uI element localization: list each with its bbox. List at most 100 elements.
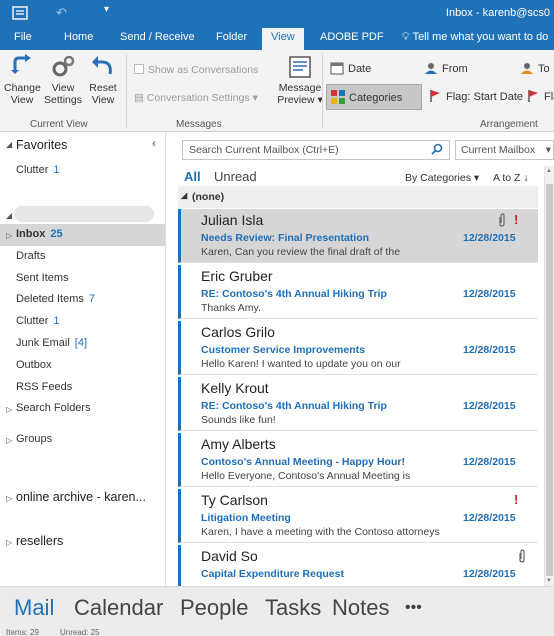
group-divider [126, 54, 127, 128]
collapse-triangle-icon[interactable]: ◢ [6, 211, 12, 220]
message-row[interactable]: Carlos Grilo Customer Service Improvemen… [178, 321, 538, 375]
expand-triangle-icon[interactable]: ▷ [6, 494, 12, 503]
tab-view[interactable]: View [262, 28, 304, 50]
sort-by-dropdown[interactable]: By Categories ▾ [405, 172, 479, 184]
folder-junk-email[interactable]: Junk Email [4] [16, 337, 87, 349]
show-as-conversations-checkbox[interactable]: Show as Conversations [134, 64, 258, 76]
message-row[interactable]: Kelly Krout RE: Contoso's 4th Annual Hik… [178, 377, 538, 431]
tab-adobe-pdf[interactable]: ADOBE PDF [320, 31, 384, 43]
search-scope-value: Current Mailbox [461, 144, 536, 156]
chevron-down-icon: ▾ [545, 144, 551, 156]
app-icon[interactable] [12, 5, 28, 24]
message-date: 12/28/2015 [463, 568, 516, 580]
filter-all[interactable]: All [184, 169, 201, 184]
expand-triangle-icon[interactable]: ▷ [6, 231, 12, 240]
message-row[interactable]: Amy Alberts Contoso's Annual Meeting - H… [178, 433, 538, 487]
sort-order-toggle[interactable]: A to Z ↓ [493, 172, 529, 184]
folder-deleted-items[interactable]: Deleted Items 7 [16, 293, 95, 305]
folder-inbox[interactable]: Inbox 25 [16, 228, 63, 240]
message-preview: Hello Karen! I wanted to update you on o… [201, 358, 401, 370]
current-view-group-label: Current View [30, 119, 88, 130]
collapse-pane-icon[interactable]: ‹ [152, 136, 156, 150]
arrange-flag-start-date[interactable]: Flag: Start Date [424, 84, 523, 110]
view-settings-label-1: View [51, 82, 75, 94]
nav-notes[interactable]: Notes [332, 595, 389, 621]
tell-me-box[interactable]: 💡︎ Tell me what you want to do [402, 31, 548, 44]
scrollbar-thumb[interactable] [546, 184, 553, 576]
arrow-down-icon: ↓ [520, 172, 529, 184]
folder-label: RSS Feeds [16, 381, 73, 393]
status-item-count: Items: 29 [6, 628, 39, 636]
message-subject: RE: Contoso's 4th Annual Hiking Trip [201, 288, 387, 300]
change-view-button[interactable]: Change View [4, 54, 41, 106]
message-row[interactable]: Ty Carlson ! Litigation Meeting 12/28/20… [178, 489, 538, 543]
arrange-categories-label: Categories [349, 92, 403, 104]
group-header[interactable]: ◢ (none) [178, 186, 538, 208]
more-apps-icon[interactable]: ••• [405, 599, 422, 617]
folder-drafts[interactable]: Drafts [16, 250, 45, 262]
arrange-to[interactable]: To [516, 56, 554, 82]
nav-people[interactable]: People [180, 595, 249, 621]
nav-tasks[interactable]: Tasks [265, 595, 321, 621]
search-input[interactable]: Search Current Mailbox (Ctrl+E) [182, 140, 450, 160]
flag-icon [528, 90, 538, 102]
tab-send-receive[interactable]: Send / Receive [120, 31, 195, 43]
tab-folder[interactable]: Folder [216, 31, 247, 43]
view-settings-button[interactable]: View Settings [44, 54, 82, 106]
title-bar: ↶ ▾ Inbox - karenb@scs0 [0, 0, 554, 28]
favorite-clutter[interactable]: Clutter 1 [16, 164, 60, 176]
message-row[interactable]: Eric Gruber RE: Contoso's 4th Annual Hik… [178, 265, 538, 319]
navigation-bar: Mail Calendar People Tasks Notes ••• [0, 586, 554, 628]
arrangement-group-label: Arrangement [480, 119, 538, 130]
group-header-label: (none) [192, 191, 225, 203]
conversation-settings-button[interactable]: ▤ Conversation Settings ▾ [134, 92, 258, 104]
account-name-redacted[interactable] [14, 206, 154, 222]
folder-rss-feeds[interactable]: RSS Feeds [16, 381, 72, 393]
nav-calendar[interactable]: Calendar [74, 595, 163, 621]
undo-icon[interactable]: ↶ [56, 5, 67, 21]
favorites-header[interactable]: Favorites [16, 138, 67, 152]
unread-count: [4] [74, 337, 88, 349]
scroll-down-icon[interactable]: ▼ [546, 578, 552, 584]
high-importance-icon: ! [514, 212, 519, 227]
resellers-account[interactable]: resellers [16, 534, 63, 548]
folder-clutter[interactable]: Clutter 1 [16, 315, 60, 327]
reset-view-label-2: View [91, 94, 115, 106]
message-list-scrollbar[interactable]: ▲ ▼ [544, 166, 554, 586]
online-archive-account[interactable]: online archive - karen... [16, 490, 146, 504]
arrange-flag-due-date[interactable]: Fla [522, 84, 554, 110]
message-subject: Capital Expenditure Request [201, 568, 344, 580]
reset-view-button[interactable]: Reset View [86, 54, 120, 106]
tab-home[interactable]: Home [64, 31, 93, 43]
folder-sent-items[interactable]: Sent Items [16, 272, 69, 284]
tab-file[interactable]: File [14, 31, 32, 43]
expand-triangle-icon[interactable]: ▷ [6, 436, 12, 445]
groups-section[interactable]: Groups [16, 433, 52, 445]
message-sender: Amy Alberts [201, 436, 276, 452]
search-icon[interactable] [431, 143, 443, 158]
message-preview-label-2: Preview [277, 94, 315, 106]
arrange-flag-due-label: Fla [544, 91, 554, 103]
arrange-date[interactable]: Date [326, 56, 416, 82]
folder-label: Sent Items [16, 272, 69, 284]
arrange-categories[interactable]: Categories [326, 84, 422, 110]
high-importance-icon: ! [514, 492, 519, 507]
message-row[interactable]: Julian Isla ! Needs Review: Final Presen… [178, 209, 538, 263]
folder-outbox[interactable]: Outbox [16, 359, 51, 371]
message-sender: Eric Gruber [201, 268, 273, 284]
collapse-triangle-icon[interactable]: ◢ [6, 140, 12, 149]
arrange-from[interactable]: From [420, 56, 510, 82]
expand-triangle-icon[interactable]: ▷ [6, 405, 12, 414]
expand-triangle-icon[interactable]: ▷ [6, 538, 12, 547]
nav-mail[interactable]: Mail [14, 595, 54, 621]
conversation-settings-label: Conversation Settings [146, 92, 250, 104]
message-preview-button[interactable]: Message Preview ▾ [276, 54, 324, 106]
tell-me-text: Tell me what you want to do [412, 31, 549, 43]
scroll-up-icon[interactable]: ▲ [546, 168, 552, 174]
search-scope-dropdown[interactable]: Current Mailbox ▾ [455, 140, 554, 160]
quick-access-dropdown-icon[interactable]: ▾ [104, 4, 109, 15]
folder-search-folders[interactable]: Search Folders [16, 402, 91, 414]
reset-icon [86, 54, 120, 80]
message-row[interactable]: David So Capital Expenditure Request 12/… [178, 545, 538, 586]
filter-unread[interactable]: Unread [214, 169, 257, 184]
